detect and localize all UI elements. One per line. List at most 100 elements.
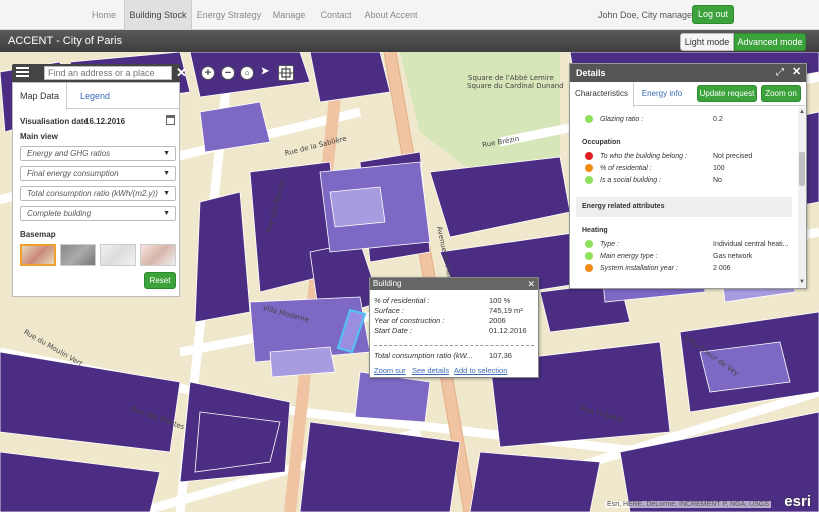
- status-dot: [585, 164, 593, 172]
- advanced-mode-button[interactable]: Advanced mode: [734, 33, 806, 51]
- zoom-out-icon[interactable]: −: [221, 66, 235, 80]
- scroll-down-icon[interactable]: ▼: [799, 279, 805, 285]
- select-value: Total consumption ratio (kWh/(m2.y)): [27, 189, 158, 198]
- attr-label: Is a social building :: [600, 177, 662, 184]
- attr-value: Gas network: [713, 253, 753, 260]
- section-heating: Heating: [582, 227, 608, 234]
- tab-energy-info[interactable]: Energy info: [638, 82, 686, 106]
- logout-button[interactable]: Log out: [692, 5, 734, 24]
- popup-value: 100 %: [489, 296, 511, 305]
- attr-label: System installation year :: [600, 265, 678, 272]
- title-bar: ACCENT - City of Paris Light mode Advanc…: [0, 30, 819, 52]
- zoom-on-button[interactable]: Zoom on: [761, 85, 801, 102]
- basemap-thumb-streets[interactable]: [20, 244, 56, 266]
- attr-value: 2 006: [713, 265, 731, 272]
- user-name: John Doe, City manager: [598, 10, 696, 20]
- zoom-link[interactable]: Zoom sur: [374, 366, 406, 375]
- popup-label: Start Date :: [374, 326, 412, 335]
- chevron-down-icon: ▼: [163, 150, 170, 157]
- popup-value: 745,19 m²: [489, 306, 523, 315]
- zoom-in-icon[interactable]: +: [201, 66, 215, 80]
- calendar-icon[interactable]: [166, 115, 175, 125]
- map-data-panel: Map Data Legend Visualisation date 16.12…: [12, 82, 180, 297]
- basemap-thumb-satellite[interactable]: [60, 244, 96, 266]
- close-icon[interactable]: ✕: [176, 64, 187, 82]
- tab-map-data[interactable]: Map Data: [13, 83, 67, 110]
- street-label: Square de l'Abbé Lemire: [468, 74, 554, 82]
- expand-icon[interactable]: ⤢: [776, 67, 784, 79]
- nav-home[interactable]: Home: [85, 0, 123, 30]
- visualisation-date-value: 16.12.2016: [85, 117, 126, 126]
- popup-title: Building: [370, 278, 538, 290]
- attr-label: Glazing ratio :: [600, 116, 644, 123]
- nav-building-stock[interactable]: Building Stock: [124, 0, 192, 30]
- nav-about[interactable]: About Accent: [362, 0, 420, 30]
- attr-label: Type :: [600, 241, 619, 248]
- chevron-down-icon: ▼: [163, 170, 170, 177]
- details-title: Details: [576, 68, 606, 78]
- close-icon[interactable]: ✕: [792, 66, 801, 79]
- popup-label: Year of construction :: [374, 316, 445, 325]
- main-view-label: Main view: [20, 132, 58, 141]
- attr-value: Individual central heati...: [713, 241, 789, 248]
- popup-label: Surface :: [374, 306, 405, 315]
- section-energy-attributes: Energy related attributes: [582, 203, 665, 210]
- panel-tabs: Map Data Legend: [13, 83, 179, 110]
- home-icon[interactable]: ⌂: [240, 66, 254, 80]
- nav-contact[interactable]: Contact: [316, 0, 356, 30]
- reset-button[interactable]: Reset: [144, 272, 176, 289]
- nav-energy-strategy[interactable]: Energy Strategy: [195, 0, 263, 30]
- basemap-label: Basemap: [20, 230, 56, 239]
- extent-icon[interactable]: [278, 65, 294, 81]
- popup-divider: [374, 345, 534, 346]
- details-panel: Details ⤢ ✕ Characteristics Energy info …: [569, 63, 807, 289]
- section-occupation: Occupation: [582, 139, 621, 146]
- basemap-thumb-gray[interactable]: [100, 244, 136, 266]
- pointer-icon[interactable]: ➤: [258, 66, 272, 80]
- popup-value: 01.12.2016: [489, 326, 527, 335]
- basemap-thumb-topo[interactable]: [140, 244, 176, 266]
- chevron-down-icon: ▼: [163, 190, 170, 197]
- scroll-thumb[interactable]: [799, 152, 805, 186]
- popup-label: % of residential :: [374, 296, 430, 305]
- esri-logo: esri: [784, 493, 811, 510]
- attr-value: Not precised: [713, 153, 753, 160]
- scope-select[interactable]: Complete building ▼: [20, 206, 176, 221]
- details-scrollbar[interactable]: ▲ ▼: [798, 107, 806, 288]
- details-body: Glazing ratio : 0.2 Occupation To who th…: [570, 107, 798, 288]
- status-dot: [585, 176, 593, 184]
- attr-value: 0.2: [713, 116, 723, 123]
- indicator-select[interactable]: Energy and GHG ratios ▼: [20, 146, 176, 161]
- tab-legend[interactable]: Legend: [75, 83, 115, 109]
- update-request-button[interactable]: Update request: [697, 85, 757, 102]
- status-dot: [585, 115, 593, 123]
- list-icon[interactable]: [16, 67, 29, 79]
- status-dot: [585, 240, 593, 248]
- map-attribution: Esri, HERE, DeLorme, INCREMENT P, NGA, U…: [605, 501, 771, 508]
- popup-total-label: Total consumption ratio (kW...: [374, 351, 473, 360]
- nav-manage[interactable]: Manage: [268, 0, 310, 30]
- details-header: Details ⤢ ✕: [570, 64, 806, 82]
- ratio-select[interactable]: Total consumption ratio (kWh/(m2.y)) ▼: [20, 186, 176, 201]
- attr-label: % of residential :: [600, 165, 652, 172]
- see-details-link[interactable]: See details: [412, 366, 449, 375]
- popup-total-value: 107,36: [489, 351, 512, 360]
- energy-type-select[interactable]: Final energy consumption ▼: [20, 166, 176, 181]
- attr-label: To who the building belong :: [600, 153, 687, 160]
- chevron-down-icon: ▼: [163, 210, 170, 217]
- visualisation-date-label: Visualisation date: [20, 117, 88, 126]
- app-title: ACCENT - City of Paris: [8, 35, 123, 47]
- light-mode-button[interactable]: Light mode: [680, 33, 734, 51]
- attr-value: No: [713, 177, 722, 184]
- search-input[interactable]: [44, 66, 172, 80]
- select-value: Final energy consumption: [27, 169, 119, 178]
- close-icon[interactable]: ✕: [527, 278, 535, 290]
- add-to-selection-link[interactable]: Add to selection: [454, 366, 507, 375]
- tab-characteristics[interactable]: Characteristics: [570, 82, 634, 107]
- status-dot: [585, 152, 593, 160]
- select-value: Energy and GHG ratios: [27, 149, 111, 158]
- select-value: Complete building: [27, 209, 92, 218]
- status-dot: [585, 252, 593, 260]
- scroll-up-icon[interactable]: ▲: [799, 109, 805, 115]
- street-label: Square du Cardinal Dunand: [467, 82, 564, 90]
